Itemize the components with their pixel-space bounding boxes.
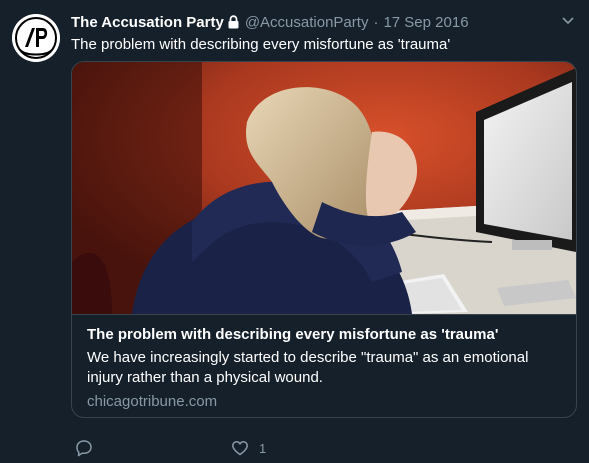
card-description: We have increasingly started to describe… [87,349,529,386]
lock-icon [227,15,240,29]
tweet[interactable]: The Accusation Party @AccusationParty · … [0,0,589,463]
tweet-actions: 1 [71,436,571,460]
card-domain: chicagotribune.com [87,393,218,410]
tweet-header: The Accusation Party @AccusationParty · … [71,12,549,32]
like-count: 1 [259,440,267,456]
tweet-date[interactable]: 17 Sep 2016 [383,14,468,31]
separator-dot: · [373,13,379,31]
display-name[interactable]: The Accusation Party [71,14,224,31]
card-body: The problem with describing every misfor… [72,314,576,417]
chevron-down-icon[interactable] [561,16,575,26]
card-image [72,62,576,314]
avatar-logo-icon [12,14,60,62]
tweet-text: The problem with describing every misfor… [71,36,451,53]
reply-icon [76,440,92,457]
reply-button[interactable] [75,436,93,460]
avatar[interactable] [12,14,60,62]
card-title: The problem with describing every misfor… [87,326,499,343]
heart-icon [232,441,248,456]
user-handle[interactable]: @AccusationParty [245,14,369,31]
like-button[interactable]: 1 [231,436,266,460]
link-card[interactable]: The problem with describing every misfor… [71,61,577,418]
